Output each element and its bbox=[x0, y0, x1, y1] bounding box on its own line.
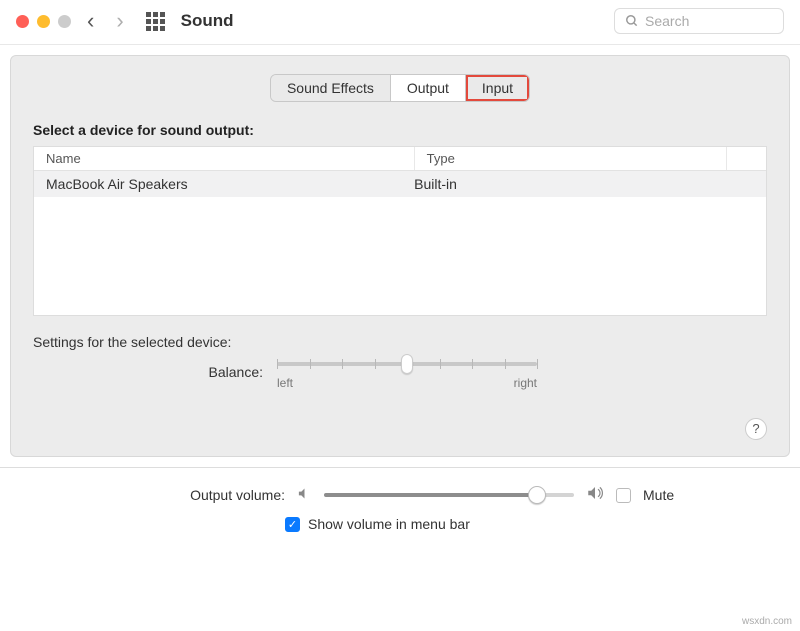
show-all-button[interactable] bbox=[146, 12, 165, 31]
section-heading: Select a device for sound output: bbox=[33, 122, 767, 138]
back-button[interactable]: ‹ bbox=[81, 8, 100, 34]
device-name: MacBook Air Speakers bbox=[46, 176, 414, 192]
output-volume-slider[interactable] bbox=[324, 486, 574, 504]
minimize-window-button[interactable] bbox=[37, 15, 50, 28]
show-volume-menu-checkbox[interactable]: ✓ bbox=[285, 517, 300, 532]
device-settings-heading: Settings for the selected device: bbox=[33, 334, 767, 350]
close-window-button[interactable] bbox=[16, 15, 29, 28]
tab-output[interactable]: Output bbox=[391, 75, 466, 101]
device-table: Name Type MacBook Air Speakers Built-in bbox=[33, 146, 767, 316]
volume-min-icon bbox=[297, 486, 312, 505]
column-name[interactable]: Name bbox=[34, 147, 415, 170]
balance-left-label: left bbox=[277, 376, 293, 390]
search-input[interactable]: Search bbox=[614, 8, 784, 34]
search-icon bbox=[625, 14, 639, 28]
mute-label: Mute bbox=[643, 487, 674, 503]
balance-slider[interactable] bbox=[277, 362, 537, 366]
tab-group: Sound Effects Output Input bbox=[270, 74, 530, 102]
balance-label: Balance: bbox=[33, 362, 263, 380]
zoom-window-button bbox=[58, 15, 71, 28]
footer: Output volume: Mute ✓ Show volume in men… bbox=[0, 467, 800, 542]
tab-input[interactable]: Input bbox=[466, 75, 529, 101]
forward-button: › bbox=[110, 8, 129, 34]
table-header: Name Type bbox=[34, 147, 766, 171]
preference-panel: Sound Effects Output Input Select a devi… bbox=[10, 55, 790, 457]
help-button[interactable]: ? bbox=[745, 418, 767, 440]
window-controls bbox=[16, 15, 71, 28]
tab-sound-effects[interactable]: Sound Effects bbox=[271, 75, 391, 101]
watermark: wsxdn.com bbox=[742, 616, 792, 627]
device-type: Built-in bbox=[414, 176, 754, 192]
volume-max-icon bbox=[586, 484, 604, 506]
panel-title: Sound bbox=[181, 11, 234, 31]
output-volume-label: Output volume: bbox=[20, 487, 285, 503]
balance-row: Balance: left right bbox=[33, 362, 767, 390]
show-volume-menu-label: Show volume in menu bar bbox=[308, 516, 470, 532]
column-type[interactable]: Type bbox=[415, 147, 726, 170]
balance-thumb[interactable] bbox=[401, 354, 413, 374]
balance-right-label: right bbox=[514, 376, 537, 390]
window-toolbar: ‹ › Sound Search bbox=[0, 0, 800, 45]
output-volume-thumb[interactable] bbox=[528, 486, 546, 504]
table-row[interactable]: MacBook Air Speakers Built-in bbox=[34, 171, 766, 197]
mute-checkbox[interactable] bbox=[616, 488, 631, 503]
